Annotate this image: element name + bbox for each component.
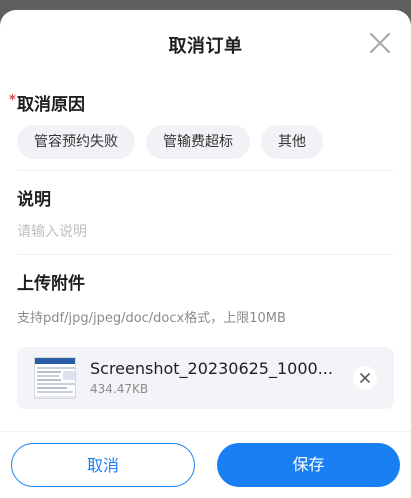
attachment-label: 上传附件 (17, 274, 85, 294)
footer-divider (0, 431, 411, 432)
cancel-button[interactable]: 取消 (11, 443, 195, 487)
cancel-order-dialog: 取消订单 * 取消原因 管容预约失败 管输费超标 其他 说明 上传附件 支持pd… (0, 10, 411, 498)
screenshot-thumbnail (34, 357, 76, 399)
reason-options: 管容预约失败 管输费超标 其他 (17, 125, 323, 159)
description-input[interactable] (17, 222, 377, 242)
divider (17, 170, 394, 171)
dialog-header: 取消订单 (0, 10, 411, 80)
close-icon (370, 33, 390, 53)
description-label: 说明 (17, 190, 51, 210)
file-name: Screenshot_20230625_1000... (90, 359, 333, 378)
close-button[interactable] (367, 30, 393, 56)
attachment-file-card[interactable]: Screenshot_20230625_1000... 434.47KB (17, 347, 394, 409)
file-size: 434.47KB (90, 382, 149, 396)
close-icon (360, 373, 370, 383)
reason-option-other[interactable]: 其他 (261, 125, 323, 159)
remove-file-button[interactable] (353, 366, 377, 390)
reason-option-capacity-booking-failed[interactable]: 管容预约失败 (17, 125, 135, 159)
required-mark: * (9, 93, 16, 108)
dialog-title: 取消订单 (168, 36, 243, 57)
reason-option-pipeline-fee-exceeded[interactable]: 管输费超标 (146, 125, 250, 159)
attachment-hint: 支持pdf/jpg/jpeg/doc/docx格式，上限10MB (17, 311, 286, 326)
reason-label: 取消原因 (17, 95, 85, 115)
save-button[interactable]: 保存 (217, 443, 400, 487)
divider (17, 254, 394, 255)
